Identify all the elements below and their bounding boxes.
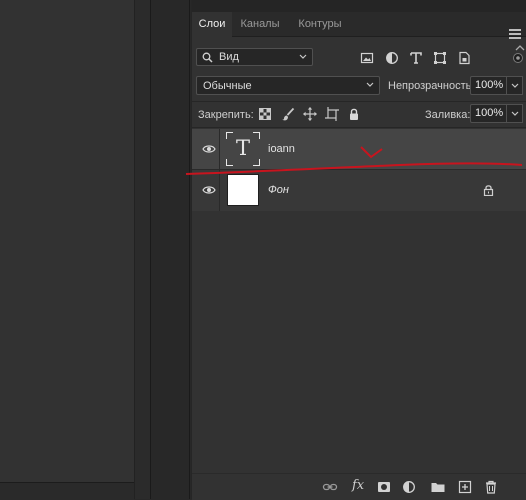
panel-drag-strip[interactable] bbox=[192, 0, 526, 12]
type-filter-icon[interactable] bbox=[408, 50, 424, 66]
lock-all-icon[interactable] bbox=[346, 106, 362, 122]
layer-row-background[interactable]: Фон bbox=[192, 170, 526, 211]
tab-channels[interactable]: Каналы bbox=[236, 12, 284, 36]
type-glyph-icon: T bbox=[235, 136, 250, 160]
panel-dock-gutter bbox=[134, 0, 151, 499]
chevron-down-icon bbox=[511, 83, 519, 88]
lock-image-pixels-brush-icon[interactable] bbox=[280, 106, 296, 122]
document-canvas-area[interactable] bbox=[0, 0, 134, 482]
divider bbox=[192, 127, 526, 128]
add-mask-icon[interactable] bbox=[376, 479, 392, 495]
adjustment-filter-icon[interactable] bbox=[384, 50, 400, 66]
canvas-status-bar bbox=[0, 482, 134, 500]
layer-name[interactable]: Фон bbox=[268, 184, 289, 196]
lock-transparent-pixels-icon[interactable] bbox=[257, 106, 273, 122]
search-icon bbox=[202, 52, 213, 63]
column-divider bbox=[219, 129, 220, 170]
lock-label: Закрепить: bbox=[198, 109, 254, 121]
link-layers-icon[interactable] bbox=[322, 479, 338, 495]
layers-panel-footer: fx bbox=[192, 473, 526, 500]
lock-icon[interactable] bbox=[483, 184, 494, 196]
panel-menu-icon[interactable] bbox=[509, 29, 521, 41]
fill-slider-button[interactable] bbox=[507, 104, 523, 123]
text-layer-thumbnail: T bbox=[226, 132, 260, 166]
opacity-slider-button[interactable] bbox=[507, 76, 523, 95]
shape-filter-icon[interactable] bbox=[432, 50, 448, 66]
filter-kind-label: Вид bbox=[219, 51, 239, 63]
collapsed-panel-dock bbox=[151, 0, 189, 499]
fill-label: Заливка: bbox=[425, 109, 471, 121]
eye-visibility-icon[interactable] bbox=[202, 185, 216, 195]
blend-mode-select[interactable]: Обычные bbox=[196, 76, 380, 95]
new-layer-icon[interactable] bbox=[457, 479, 473, 495]
smart-object-filter-icon[interactable] bbox=[456, 50, 472, 66]
new-adjustment-layer-icon[interactable] bbox=[401, 479, 417, 495]
lock-artboard-icon[interactable] bbox=[324, 106, 340, 122]
layer-name[interactable]: ioann bbox=[268, 143, 295, 155]
chevron-down-icon bbox=[511, 111, 519, 116]
filter-toggle-icon[interactable] bbox=[512, 50, 524, 66]
new-group-folder-icon[interactable] bbox=[430, 479, 446, 495]
image-filter-icon[interactable] bbox=[359, 50, 375, 66]
dock-divider bbox=[189, 0, 190, 499]
layers-panel: Слои Каналы Контуры Вид Обычные Непрозра… bbox=[191, 0, 526, 500]
opacity-input[interactable]: 100% bbox=[470, 76, 507, 95]
layer-filter-select[interactable]: Вид bbox=[196, 48, 313, 66]
tab-paths[interactable]: Контуры bbox=[292, 12, 348, 36]
opacity-label: Непрозрачность: bbox=[388, 80, 475, 92]
delete-layer-trash-icon[interactable] bbox=[483, 479, 499, 495]
fill-input[interactable]: 100% bbox=[470, 104, 507, 123]
chevron-down-icon bbox=[366, 82, 374, 87]
lock-position-move-icon[interactable] bbox=[302, 106, 318, 122]
layer-row-text[interactable]: T ioann bbox=[192, 129, 526, 170]
background-layer-thumbnail bbox=[227, 174, 259, 206]
column-divider bbox=[219, 170, 220, 211]
layer-style-fx-icon[interactable]: fx bbox=[352, 478, 364, 493]
eye-visibility-icon[interactable] bbox=[202, 144, 216, 154]
blend-mode-value: Обычные bbox=[203, 80, 252, 92]
tab-layers[interactable]: Слои bbox=[192, 12, 232, 37]
panel-tab-bar: Слои Каналы Контуры bbox=[192, 12, 526, 39]
chevron-down-icon bbox=[299, 54, 307, 59]
divider bbox=[192, 101, 526, 102]
